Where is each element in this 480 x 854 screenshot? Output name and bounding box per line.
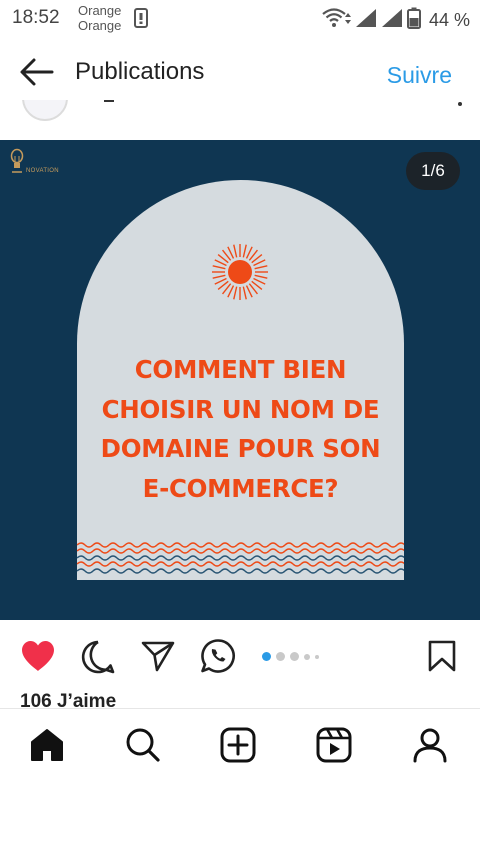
like-count[interactable]: 106 J’aime	[20, 690, 116, 708]
status-indicators: 44 %	[321, 7, 470, 34]
slide-counter: 1/6	[406, 152, 460, 190]
bookmark-icon[interactable]	[428, 640, 456, 677]
bulb-icon	[10, 148, 24, 173]
signal-icon	[355, 8, 377, 33]
add-icon[interactable]	[220, 727, 256, 768]
back-button[interactable]	[18, 56, 54, 88]
follow-button[interactable]: Suivre	[387, 62, 452, 89]
post-image[interactable]: NOVATION 1/6 COMMENT BIEN CHOISIR UN NOM…	[0, 140, 480, 620]
post-action-bar	[0, 630, 480, 680]
arch-shape: COMMENT BIEN CHOISIR UN NOM DE DOMAINE P…	[76, 180, 406, 580]
page-title: Publications	[75, 58, 205, 85]
carousel-dot	[304, 653, 310, 660]
carrier-label: Orange Orange	[78, 3, 122, 33]
headline-line: E-COMMERCE?	[142, 473, 339, 503]
header: Publications Suivre	[0, 44, 480, 100]
wifi-icon	[321, 7, 351, 34]
home-icon[interactable]	[29, 727, 65, 768]
share-icon[interactable]	[141, 640, 175, 677]
more-options-icon[interactable]	[458, 102, 462, 106]
arrow-left-icon	[18, 58, 54, 92]
post-headline: COMMENT BIEN CHOISIR UN NOM DE DOMAINE P…	[77, 350, 404, 508]
headline-line: COMMENT BIEN	[134, 355, 347, 384]
heart-icon[interactable]	[20, 640, 56, 677]
wave-pattern	[76, 541, 406, 580]
battery-icon	[406, 7, 421, 34]
carousel-dot	[315, 654, 319, 659]
brand-logo: NOVATION	[10, 148, 59, 174]
status-bar: 18:52 Orange Orange 44 %	[0, 0, 480, 38]
headline-line: DOMAINE POUR SON	[100, 434, 381, 463]
comment-icon[interactable]	[81, 640, 115, 679]
brand-name: NOVATION	[26, 168, 59, 174]
sun-icon	[210, 242, 270, 307]
headline-line: CHOISIR UN NOM DE	[101, 394, 380, 424]
profile-icon[interactable]	[412, 727, 448, 768]
reels-icon[interactable]	[316, 727, 352, 768]
username-fragment	[104, 100, 114, 102]
avatar[interactable]	[22, 100, 68, 121]
search-icon[interactable]	[125, 727, 161, 768]
carousel-indicator	[262, 652, 319, 661]
carousel-dot	[276, 652, 285, 661]
carousel-dot	[262, 652, 271, 661]
sim-icon	[134, 8, 148, 33]
battery-percent: 44 %	[428, 10, 470, 30]
carousel-dot	[290, 652, 299, 661]
post-author-row[interactable]	[0, 100, 480, 140]
whatsapp-icon[interactable]	[200, 638, 236, 679]
bottom-navigation	[0, 708, 480, 784]
signal-icon	[381, 8, 403, 33]
status-time: 18:52	[12, 7, 60, 28]
